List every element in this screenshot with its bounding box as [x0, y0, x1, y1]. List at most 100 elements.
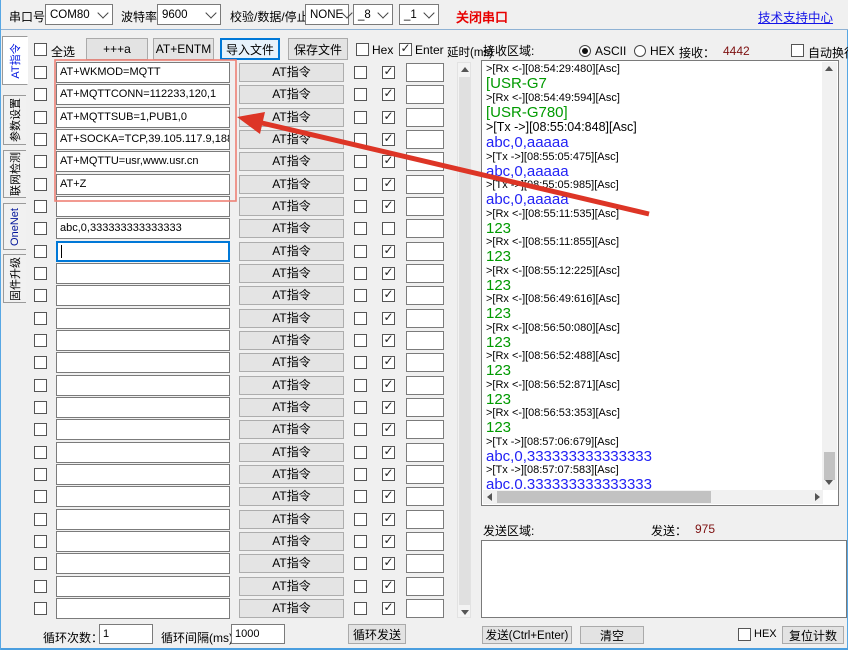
row-select-checkbox[interactable]: ✓	[34, 602, 47, 615]
row-select-checkbox[interactable]: ✓	[34, 356, 47, 369]
row-select-checkbox[interactable]: ✓	[34, 88, 47, 101]
at-send-button[interactable]: AT指令	[239, 398, 344, 417]
row-select-checkbox[interactable]: ✓	[34, 111, 47, 124]
at-send-button[interactable]: AT指令	[239, 63, 344, 82]
send-button[interactable]: 发送(Ctrl+Enter)	[482, 626, 572, 644]
row-delay-input[interactable]	[406, 63, 444, 82]
row-enter-checkbox[interactable]: ✓	[382, 490, 395, 503]
row-enter-checkbox[interactable]: ✓	[382, 446, 395, 459]
row-select-checkbox[interactable]: ✓	[34, 557, 47, 570]
row-enter-checkbox[interactable]: ✓	[382, 468, 395, 481]
enter-header-checkbox[interactable]: ✓	[399, 43, 412, 56]
row-select-checkbox[interactable]: ✓	[34, 535, 47, 548]
at-send-button[interactable]: AT指令	[239, 465, 344, 484]
loop-interval-input[interactable]: 1000	[231, 624, 285, 644]
scrollbar-thumb[interactable]	[459, 77, 470, 605]
row-select-checkbox[interactable]: ✓	[34, 490, 47, 503]
row-enter-checkbox[interactable]: ✓	[382, 155, 395, 168]
command-input[interactable]: abc,0,333333333333333	[56, 218, 230, 239]
row-hex-checkbox[interactable]: ✓	[354, 423, 367, 436]
row-enter-checkbox[interactable]: ✓	[382, 379, 395, 392]
row-delay-input[interactable]	[406, 242, 444, 261]
row-enter-checkbox[interactable]: ✓	[382, 557, 395, 570]
side-tab-1[interactable]: AT指令	[2, 36, 28, 85]
row-select-checkbox[interactable]: ✓	[34, 513, 47, 526]
row-select-checkbox[interactable]: ✓	[34, 580, 47, 593]
at-send-button[interactable]: AT指令	[239, 175, 344, 194]
row-delay-input[interactable]	[406, 532, 444, 551]
row-delay-input[interactable]	[406, 152, 444, 171]
receive-log-box[interactable]: >[Rx <-][08:54:29:480][Asc][USR-G7>[Rx <…	[481, 60, 839, 506]
at-send-button[interactable]: AT指令	[239, 577, 344, 596]
command-input[interactable]: AT+MQTTU=usr,www.usr.cn	[56, 151, 230, 172]
row-delay-input[interactable]	[406, 577, 444, 596]
row-enter-checkbox[interactable]: ✓	[382, 334, 395, 347]
command-list-scrollbar[interactable]	[457, 62, 471, 618]
row-hex-checkbox[interactable]: ✓	[354, 200, 367, 213]
at-send-button[interactable]: AT指令	[239, 219, 344, 238]
row-select-checkbox[interactable]: ✓	[34, 133, 47, 146]
at-send-button[interactable]: AT指令	[239, 353, 344, 372]
at-send-button[interactable]: AT指令	[239, 510, 344, 529]
row-delay-input[interactable]	[406, 309, 444, 328]
loop-send-button[interactable]: 循环发送	[348, 624, 406, 644]
command-input[interactable]	[56, 509, 230, 530]
close-serial-button[interactable]: 关闭串口	[456, 7, 508, 26]
row-hex-checkbox[interactable]: ✓	[354, 66, 367, 79]
receive-hscrollbar[interactable]	[483, 490, 823, 504]
row-hex-checkbox[interactable]: ✓	[354, 334, 367, 347]
row-delay-input[interactable]	[406, 175, 444, 194]
row-enter-checkbox[interactable]: ✓	[382, 401, 395, 414]
at-send-button[interactable]: AT指令	[239, 487, 344, 506]
select-all-checkbox[interactable]: ✓	[34, 43, 47, 56]
command-input[interactable]	[56, 553, 230, 574]
at-entm-button[interactable]: AT+ENTM	[153, 38, 214, 60]
at-send-button[interactable]: AT指令	[239, 242, 344, 261]
hex-radio[interactable]	[634, 45, 646, 57]
scrollbar-thumb[interactable]	[497, 491, 711, 503]
at-send-button[interactable]: AT指令	[239, 286, 344, 305]
row-hex-checkbox[interactable]: ✓	[354, 133, 367, 146]
row-delay-input[interactable]	[406, 197, 444, 216]
row-hex-checkbox[interactable]: ✓	[354, 111, 367, 124]
row-select-checkbox[interactable]: ✓	[34, 200, 47, 213]
row-enter-checkbox[interactable]: ✓	[382, 111, 395, 124]
command-input[interactable]	[56, 308, 230, 329]
row-delay-input[interactable]	[406, 465, 444, 484]
row-hex-checkbox[interactable]: ✓	[354, 513, 367, 526]
row-hex-checkbox[interactable]: ✓	[354, 379, 367, 392]
at-send-button[interactable]: AT指令	[239, 264, 344, 283]
scroll-right-icon[interactable]	[815, 493, 820, 501]
row-enter-checkbox[interactable]: ✓	[382, 200, 395, 213]
hex-header-checkbox[interactable]: ✓	[356, 43, 369, 56]
row-enter-checkbox[interactable]: ✓	[382, 580, 395, 593]
command-input[interactable]: AT+Z	[56, 174, 230, 195]
row-delay-input[interactable]	[406, 331, 444, 350]
row-enter-checkbox[interactable]: ✓	[382, 267, 395, 280]
at-send-button[interactable]: AT指令	[239, 108, 344, 127]
command-input[interactable]: AT+MQTTSUB=1,PUB1,0	[56, 107, 230, 128]
side-tab-3[interactable]: 联网检测	[3, 150, 26, 198]
row-hex-checkbox[interactable]: ✓	[354, 602, 367, 615]
row-enter-checkbox[interactable]: ✓	[382, 222, 395, 235]
command-input[interactable]	[56, 285, 230, 306]
row-select-checkbox[interactable]: ✓	[34, 155, 47, 168]
row-enter-checkbox[interactable]: ✓	[382, 535, 395, 548]
scroll-up-icon[interactable]	[461, 67, 469, 72]
reset-counter-button[interactable]: 复位计数	[782, 626, 844, 644]
row-delay-input[interactable]	[406, 219, 444, 238]
command-input[interactable]	[56, 442, 230, 463]
row-select-checkbox[interactable]: ✓	[34, 66, 47, 79]
row-hex-checkbox[interactable]: ✓	[354, 580, 367, 593]
row-enter-checkbox[interactable]: ✓	[382, 423, 395, 436]
row-delay-input[interactable]	[406, 487, 444, 506]
at-send-button[interactable]: AT指令	[239, 599, 344, 618]
row-select-checkbox[interactable]: ✓	[34, 468, 47, 481]
scrollbar-thumb[interactable]	[824, 452, 835, 480]
baud-select[interactable]: 9600	[157, 4, 221, 25]
ascii-radio[interactable]	[579, 45, 591, 57]
receive-vscrollbar[interactable]	[822, 62, 837, 490]
row-delay-input[interactable]	[406, 420, 444, 439]
row-delay-input[interactable]	[406, 398, 444, 417]
row-select-checkbox[interactable]: ✓	[34, 379, 47, 392]
